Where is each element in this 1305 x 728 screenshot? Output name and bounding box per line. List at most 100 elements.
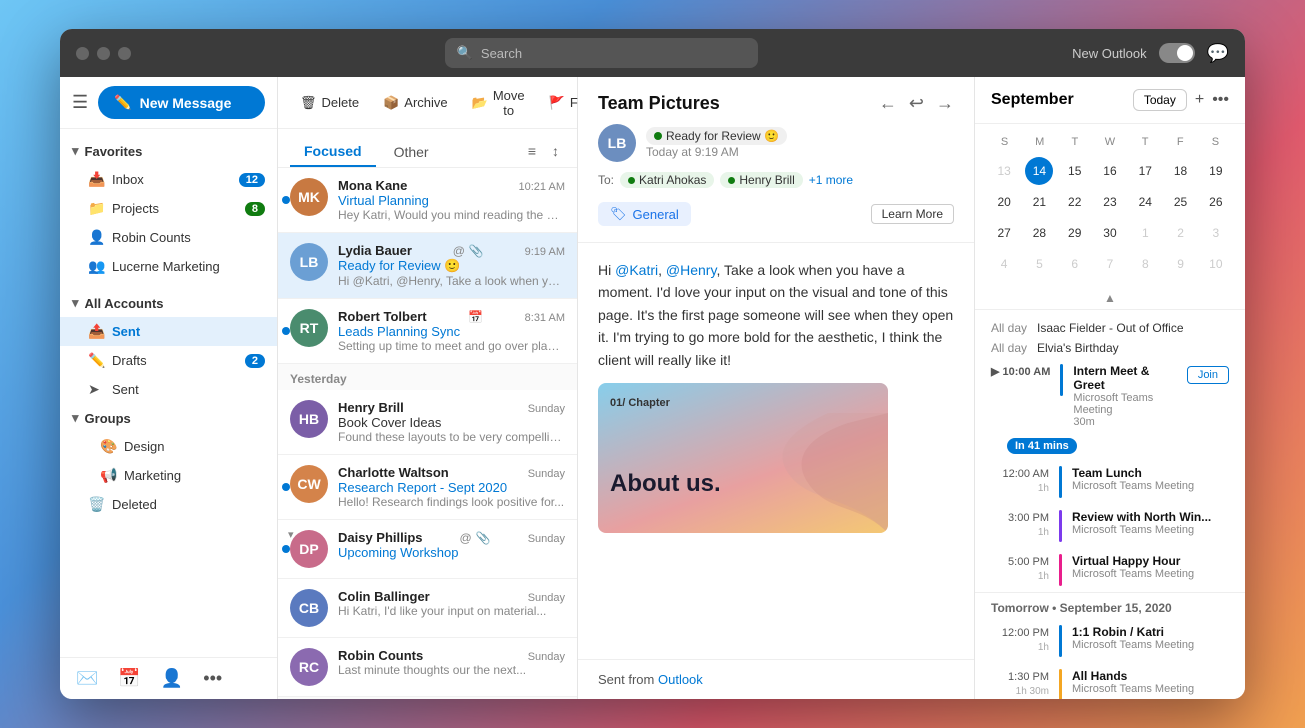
- sidebar-item-lucerne[interactable]: 👥 Lucerne Marketing: [60, 252, 277, 281]
- email-item-lydia[interactable]: LB Lydia Bauer @ 📎 9:19 AM Ready for Rev…: [278, 233, 577, 299]
- move-to-button[interactable]: 📂 Move to: [462, 82, 535, 124]
- cal-day-27[interactable]: 27: [990, 219, 1018, 247]
- nav-back-icon[interactable]: ←: [879, 93, 897, 114]
- sidebar-item-drafts[interactable]: ✏️ Drafts 2: [60, 346, 277, 375]
- cal-day-15[interactable]: 15: [1061, 157, 1089, 185]
- email-time: 8:31 AM: [525, 312, 565, 324]
- favorites-section[interactable]: ▾ Favorites: [60, 137, 277, 165]
- cal-day-8[interactable]: 8: [1131, 250, 1159, 278]
- event-bar-happy-hour: [1059, 554, 1062, 586]
- sort-icon[interactable]: ↕: [546, 137, 565, 167]
- cal-day-16[interactable]: 16: [1096, 157, 1124, 185]
- cal-day-28[interactable]: 28: [1025, 219, 1053, 247]
- cal-day-25[interactable]: 25: [1167, 188, 1195, 216]
- new-outlook-toggle[interactable]: [1159, 43, 1195, 63]
- cal-day-29[interactable]: 29: [1061, 219, 1089, 247]
- cal-day-13[interactable]: 13: [990, 157, 1018, 185]
- filter-icon[interactable]: ≡: [522, 137, 542, 167]
- sidebar-item-deleted[interactable]: 🗑️ Deleted: [60, 490, 277, 519]
- email-item-robert[interactable]: RT Robert Tolbert 📅 8:31 AM Leads Planni…: [278, 299, 577, 364]
- cal-day-1[interactable]: 1: [1131, 219, 1159, 247]
- outlook-link[interactable]: Outlook: [658, 672, 703, 687]
- cal-day-18[interactable]: 18: [1167, 157, 1195, 185]
- cal-day-9[interactable]: 9: [1167, 250, 1195, 278]
- email-item-daisy[interactable]: ▾ DP Daisy Phillips @ 📎 Sunday Upcoming …: [278, 520, 577, 579]
- sidebar-bottom: ✉️ 📅 👤 •••: [60, 657, 277, 699]
- event-details-robin-katri: 1:1 Robin / Katri Microsoft Teams Meetin…: [1072, 625, 1229, 651]
- new-message-button[interactable]: ✏️ New Message: [98, 86, 265, 119]
- email-item-colin[interactable]: CB Colin Ballinger Sunday Hi Katri, I'd …: [278, 579, 577, 638]
- cal-day-17[interactable]: 17: [1131, 157, 1159, 185]
- event-details-review: Review with North Win... Microsoft Teams…: [1072, 510, 1229, 536]
- nav-forward-icon[interactable]: →: [936, 93, 954, 114]
- minimize-light[interactable]: [97, 47, 110, 60]
- email-item-robin[interactable]: RC Robin Counts Sunday Last minute thoug…: [278, 638, 577, 697]
- tab-focused[interactable]: Focused: [290, 137, 376, 167]
- today-button[interactable]: Today: [1133, 89, 1187, 111]
- join-button[interactable]: Join: [1187, 366, 1229, 384]
- email-subject: Research Report - Sept 2020: [338, 480, 565, 495]
- calendar-collapse[interactable]: ▲: [975, 287, 1245, 310]
- cal-day-4[interactable]: 4: [990, 250, 1018, 278]
- email-item-mona[interactable]: MK Mona Kane 10:21 AM Virtual Planning H…: [278, 168, 577, 233]
- cal-day-22[interactable]: 22: [1061, 188, 1089, 216]
- sidebar-item-design[interactable]: 🎨 Design: [60, 432, 277, 461]
- sidebar-item-inbox[interactable]: 📥 Inbox 12: [60, 165, 277, 194]
- cal-day-7[interactable]: 7: [1096, 250, 1124, 278]
- cal-day-14[interactable]: 14: [1025, 157, 1053, 185]
- day-name-f: F: [1163, 132, 1198, 152]
- mail-bottom-icon[interactable]: ✉️: [76, 668, 98, 689]
- tab-other[interactable]: Other: [380, 137, 443, 167]
- cal-day-24[interactable]: 24: [1131, 188, 1159, 216]
- img-about: About us.: [610, 465, 721, 503]
- nav-reply-icon[interactable]: ↩: [909, 93, 924, 114]
- robin-counts-label: Robin Counts: [112, 230, 191, 245]
- expand-chevron[interactable]: ▾: [288, 528, 294, 541]
- sidebar-item-projects[interactable]: 📁 Projects 8: [60, 194, 277, 223]
- email-item-charlotte[interactable]: CW Charlotte Waltson Sunday Research Rep…: [278, 455, 577, 520]
- event-details-lunch: Team Lunch Microsoft Teams Meeting: [1072, 466, 1229, 492]
- avatar: LB: [290, 243, 328, 281]
- email-tabs: Focused Other ≡ ↕: [278, 129, 577, 168]
- lucerne-label: Lucerne Marketing: [112, 259, 220, 274]
- maximize-light[interactable]: [118, 47, 131, 60]
- people-bottom-icon[interactable]: 👤: [161, 668, 183, 689]
- event-title-lunch: Team Lunch: [1072, 466, 1229, 480]
- search-bar[interactable]: 🔍 Search: [445, 38, 759, 68]
- cal-day-30[interactable]: 30: [1096, 219, 1124, 247]
- calendar-more-icon[interactable]: •••: [1212, 91, 1229, 109]
- sidebar-item-marketing[interactable]: 📢 Marketing: [60, 461, 277, 490]
- compose-icon: ✏️: [114, 94, 131, 111]
- move-icon: 📂: [472, 95, 488, 111]
- more-bottom-icon[interactable]: •••: [203, 668, 222, 689]
- cal-day-21[interactable]: 21: [1025, 188, 1053, 216]
- sidebar-item-sent2[interactable]: ➤ Sent: [60, 375, 277, 404]
- sidebar-item-robin-counts[interactable]: 👤 Robin Counts: [60, 223, 277, 252]
- cal-day-23[interactable]: 23: [1096, 188, 1124, 216]
- deleted-icon: 🗑️: [88, 496, 104, 513]
- email-item-henry[interactable]: HB Henry Brill Sunday Book Cover Ideas F…: [278, 390, 577, 455]
- cal-day-26[interactable]: 26: [1202, 188, 1230, 216]
- more-recipients-link[interactable]: +1 more: [809, 173, 853, 187]
- avatar: RT: [290, 309, 328, 347]
- cal-day-6[interactable]: 6: [1061, 250, 1089, 278]
- email-toolbar: 🗑 Delete 📦 Archive 📂 Move to 🚩 Flag ✉️: [278, 77, 577, 129]
- hamburger-icon[interactable]: ☰: [72, 92, 88, 113]
- all-accounts-section[interactable]: ▾ All Accounts: [60, 289, 277, 317]
- cal-day-20[interactable]: 20: [990, 188, 1018, 216]
- cal-day-10[interactable]: 10: [1202, 250, 1230, 278]
- cal-day-19[interactable]: 19: [1202, 157, 1230, 185]
- email-content: Mona Kane 10:21 AM Virtual Planning Hey …: [338, 178, 565, 222]
- delete-button[interactable]: 🗑 Delete: [290, 89, 369, 117]
- cal-day-3[interactable]: 3: [1202, 219, 1230, 247]
- learn-more-button[interactable]: Learn More: [871, 204, 954, 224]
- sidebar-item-sent[interactable]: 📤 Sent: [60, 317, 277, 346]
- notifications-icon[interactable]: 💬: [1207, 43, 1229, 64]
- groups-section[interactable]: ▾ Groups: [60, 404, 277, 432]
- add-event-icon[interactable]: +: [1195, 91, 1204, 109]
- close-light[interactable]: [76, 47, 89, 60]
- archive-button[interactable]: 📦 Archive: [373, 89, 458, 117]
- cal-day-5[interactable]: 5: [1025, 250, 1053, 278]
- calendar-bottom-icon[interactable]: 📅: [118, 668, 140, 689]
- cal-day-2[interactable]: 2: [1167, 219, 1195, 247]
